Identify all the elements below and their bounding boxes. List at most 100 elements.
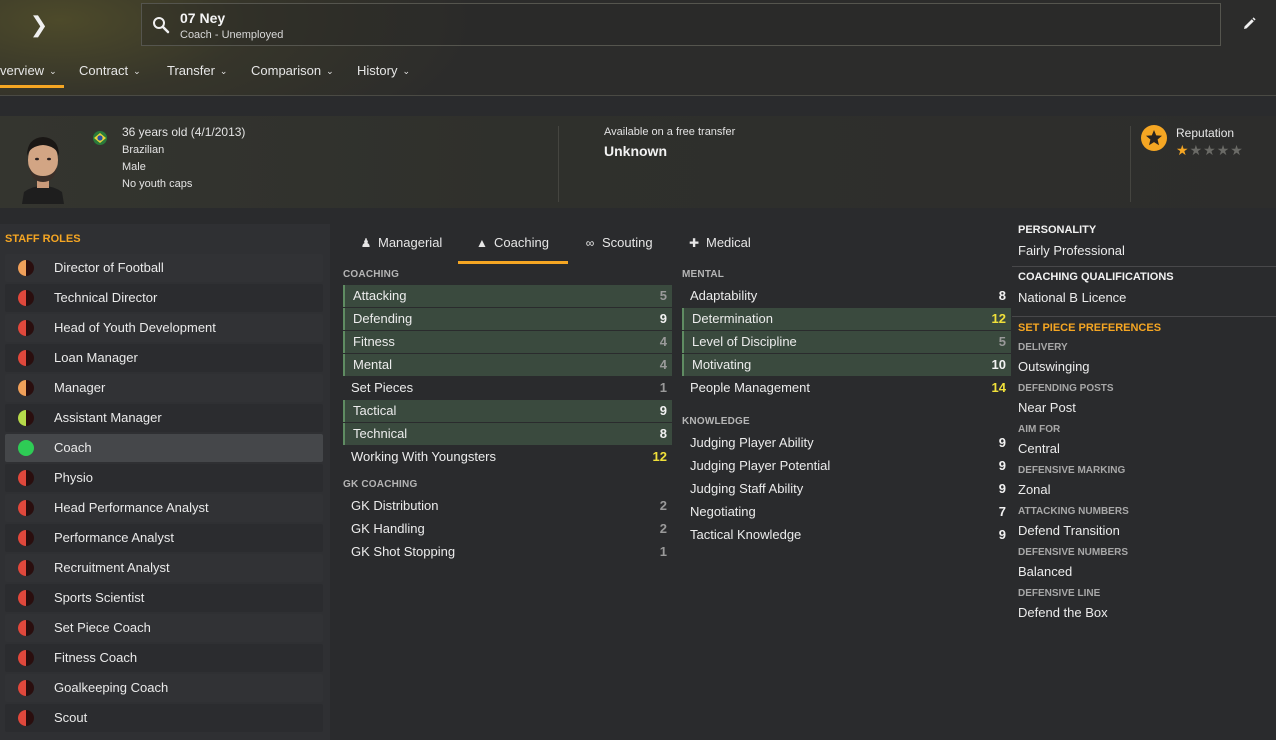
- staff-roles-title: STAFF ROLES: [5, 233, 81, 245]
- attribute-row: Working With Youngsters 12: [343, 446, 672, 468]
- role-suitability-icon: [18, 500, 34, 516]
- attribute-row: Technical 8: [343, 423, 672, 445]
- role-label: Manager: [54, 380, 106, 395]
- role-suitability-icon: [18, 590, 34, 606]
- back-arrow-icon[interactable]: ❯: [28, 14, 50, 36]
- attribute-value: 4: [659, 334, 667, 349]
- person-search-box[interactable]: 07 Ney Coach - Unemployed: [141, 3, 1221, 46]
- attribute-name: Judging Staff Ability: [690, 481, 804, 496]
- role-suitability-icon: [18, 350, 34, 366]
- role-suitability-icon: [18, 290, 34, 306]
- transfer-status-label: Available on a free transfer: [604, 126, 736, 138]
- attribute-row: Mental 4: [343, 354, 672, 376]
- nav-label: Contract: [79, 63, 129, 78]
- preference-label: AIM FOR: [1018, 424, 1061, 435]
- staff-role-manager[interactable]: Manager: [5, 374, 323, 402]
- star-filled-icon: ★: [1176, 142, 1190, 158]
- role-label: Recruitment Analyst: [54, 560, 170, 575]
- nav-history[interactable]: History ⌄: [357, 56, 410, 88]
- staff-role-director-of-football[interactable]: Director of Football: [5, 254, 323, 282]
- role-suitability-fill: [18, 380, 26, 396]
- staff-role-head-of-youth-development[interactable]: Head of Youth Development: [5, 314, 323, 342]
- reputation-stars: ★★★★★: [1176, 142, 1244, 159]
- role-label: Goalkeeping Coach: [54, 680, 169, 695]
- attribute-row: Determination 12: [682, 308, 1011, 330]
- star-empty-icon: ★: [1189, 142, 1204, 158]
- attribute-name: Working With Youngsters: [351, 449, 496, 464]
- attribute-value: 7: [998, 504, 1006, 519]
- search-icon[interactable]: [152, 16, 170, 34]
- role-label: Loan Manager: [54, 350, 138, 365]
- attribute-value: 12: [652, 449, 667, 464]
- personality-value: Fairly Professional: [1018, 243, 1125, 258]
- tab-label: Managerial: [378, 235, 443, 250]
- staff-role-coach[interactable]: Coach: [5, 434, 323, 462]
- staff-role-head-performance-analyst[interactable]: Head Performance Analyst: [5, 494, 323, 522]
- staff-role-goalkeeping-coach[interactable]: Goalkeeping Coach: [5, 674, 323, 702]
- attribute-value: 1: [659, 544, 667, 559]
- chevron-down-icon: ⌄: [326, 66, 334, 76]
- staff-role-loan-manager[interactable]: Loan Manager: [5, 344, 323, 372]
- role-suitability-icon: [18, 410, 34, 426]
- role-suitability-fill: [18, 530, 26, 546]
- role-label: Fitness Coach: [54, 650, 138, 665]
- role-suitability-icon: [18, 440, 34, 456]
- nav-contract[interactable]: Contract ⌄: [79, 56, 141, 88]
- staff-role-set-piece-coach[interactable]: Set Piece Coach: [5, 614, 323, 642]
- attribute-name: GK Distribution: [351, 498, 439, 513]
- role-suitability-fill: [18, 620, 26, 636]
- preference-value: Outswinging: [1018, 359, 1090, 374]
- brazil-flag-icon: [93, 131, 107, 145]
- attribute-name: Set Pieces: [351, 380, 414, 395]
- role-label: Physio: [54, 470, 94, 485]
- role-suitability-fill: [18, 680, 26, 696]
- attribute-value: 1: [659, 380, 667, 395]
- staff-role-assistant-manager[interactable]: Assistant Manager: [5, 404, 323, 432]
- staff-role-recruitment-analyst[interactable]: Recruitment Analyst: [5, 554, 323, 582]
- attribute-value: 9: [998, 481, 1006, 496]
- tab-scouting[interactable]: ∞ Scouting: [582, 226, 653, 264]
- reputation-label: Reputation: [1176, 126, 1235, 140]
- preference-value: Balanced: [1018, 564, 1073, 579]
- staff-role-performance-analyst[interactable]: Performance Analyst: [5, 524, 323, 552]
- tab-medical[interactable]: ✚ Medical: [686, 226, 751, 264]
- attribute-value: 9: [998, 527, 1006, 542]
- role-label: Head Performance Analyst: [54, 500, 209, 515]
- tab-label: Medical: [706, 235, 751, 250]
- attribute-value: 9: [659, 403, 667, 418]
- role-suitability-icon: [18, 620, 34, 636]
- attribute-row: Motivating 10: [682, 354, 1011, 376]
- nav-comparison[interactable]: Comparison ⌄: [251, 56, 334, 88]
- attribute-name: Tactical Knowledge: [690, 527, 802, 542]
- preference-label: DEFENDING POSTS: [1018, 383, 1114, 394]
- attribute-name: Judging Player Ability: [690, 435, 814, 450]
- tab-coaching[interactable]: ▲ Coaching: [458, 226, 568, 264]
- attribute-value: 9: [998, 458, 1006, 473]
- tab-managerial[interactable]: ♟ Managerial: [358, 226, 443, 264]
- attribute-row: Tactical 9: [343, 400, 672, 422]
- role-suitability-icon: [18, 560, 34, 576]
- profile-summary: 36 years old (4/1/2013) Brazilian Male N…: [0, 116, 1276, 208]
- role-suitability-fill: [18, 260, 26, 276]
- attribute-value: 14: [991, 380, 1006, 395]
- attribute-row: Adaptability 8: [682, 285, 1011, 307]
- attribute-name: Mental: [353, 357, 393, 372]
- role-label: Performance Analyst: [54, 530, 174, 545]
- staff-role-sports-scientist[interactable]: Sports Scientist: [5, 584, 323, 612]
- attribute-name: Adaptability: [690, 288, 758, 303]
- nav-label: verview: [0, 63, 45, 78]
- attribute-value: 10: [991, 357, 1006, 372]
- preference-label: ATTACKING NUMBERS: [1018, 506, 1129, 517]
- nav-overview[interactable]: verview ⌄: [0, 56, 64, 88]
- staff-role-fitness-coach[interactable]: Fitness Coach: [5, 644, 323, 672]
- preference-value: Defend Transition: [1018, 523, 1120, 538]
- gender: Male: [122, 161, 146, 173]
- staff-role-scout[interactable]: Scout: [5, 704, 323, 732]
- edit-pencil-icon[interactable]: [1241, 16, 1257, 32]
- divider: [1130, 126, 1131, 202]
- staff-role-physio[interactable]: Physio: [5, 464, 323, 492]
- attribute-tabs: ♟ Managerial ▲ Coaching ∞ Scouting ✚ Medical: [342, 226, 751, 264]
- staff-role-technical-director[interactable]: Technical Director: [5, 284, 323, 312]
- nav-label: History: [357, 63, 398, 78]
- nav-transfer[interactable]: Transfer ⌄: [167, 56, 227, 88]
